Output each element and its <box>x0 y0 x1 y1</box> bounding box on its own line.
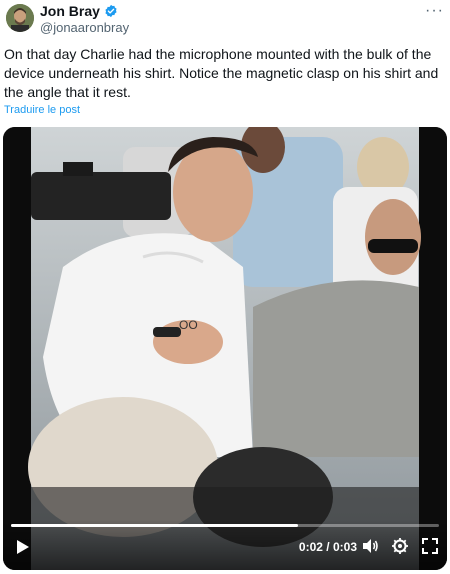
duration: 0:03 <box>332 540 357 554</box>
author-handle[interactable]: @jonaaronbray <box>40 20 129 35</box>
play-icon[interactable] <box>13 538 31 556</box>
video-frame: OO <box>3 127 447 570</box>
current-time: 0:02 <box>298 540 323 554</box>
time-separator: / <box>326 540 330 554</box>
author-name[interactable]: Jon Bray <box>40 3 100 19</box>
video-player[interactable]: OO 0:02 / 0:03 <box>3 127 447 570</box>
verified-badge-icon <box>104 4 118 18</box>
progress-fill <box>11 524 298 527</box>
translate-link[interactable]: Traduire le post <box>4 104 80 116</box>
more-options-icon[interactable]: ··· <box>425 2 444 20</box>
tweet-header: Jon Bray @jonaaronbray ··· <box>0 0 450 40</box>
volume-icon[interactable] <box>361 537 379 555</box>
shirt-print: OO <box>179 318 198 332</box>
settings-icon[interactable] <box>391 537 409 555</box>
time-display: 0:02 / 0:03 <box>299 540 357 554</box>
progress-bar[interactable] <box>11 524 439 527</box>
tweet-text: On that day Charlie had the microphone m… <box>4 46 439 100</box>
avatar[interactable] <box>6 4 34 32</box>
fullscreen-icon[interactable] <box>421 537 439 555</box>
video-controls: 0:02 / 0:03 <box>3 520 447 570</box>
author-name-row: Jon Bray <box>40 3 118 19</box>
